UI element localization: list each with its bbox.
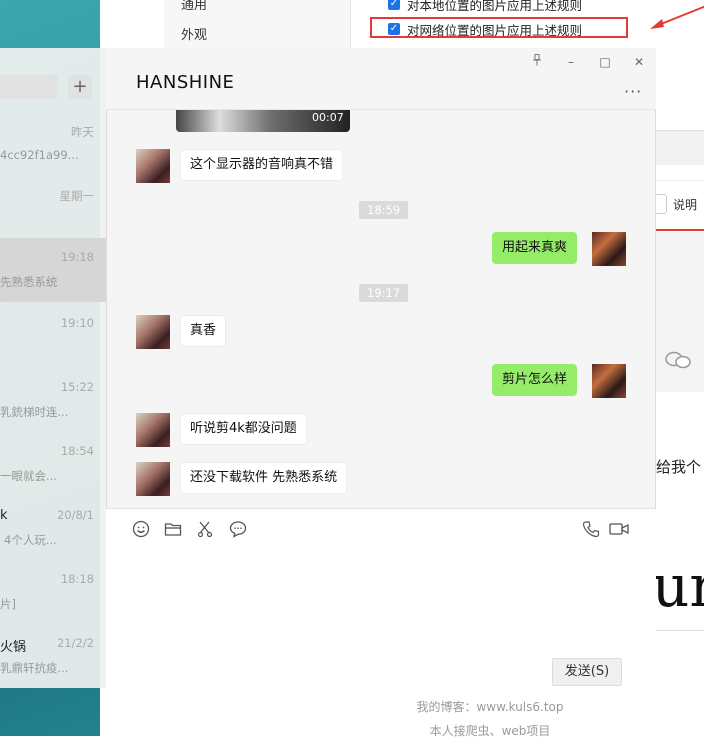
list-item-preview: 先熟悉系统 bbox=[0, 275, 58, 289]
list-item[interactable]: 19:10 bbox=[0, 304, 106, 368]
list-item-name: 火锅 bbox=[0, 640, 27, 655]
list-item-preview: 一眼就会... bbox=[0, 469, 57, 483]
list-item[interactable]: 火锅 21/2/2 乳鼎轩抗疫... bbox=[0, 624, 106, 688]
list-item-time: 19:10 bbox=[60, 316, 94, 330]
explain-button[interactable] bbox=[656, 194, 667, 214]
close-icon[interactable]: ✕ bbox=[630, 53, 648, 71]
highlight-box bbox=[370, 17, 628, 38]
message-bubble: 这个显示器的音响真不错 bbox=[180, 149, 344, 181]
avatar[interactable] bbox=[592, 364, 626, 398]
timestamp: 18:59 bbox=[359, 201, 409, 219]
list-item[interactable]: 星期一 bbox=[0, 176, 106, 240]
list-item-preview: 片] bbox=[0, 597, 16, 611]
list-item-time: 15:22 bbox=[60, 380, 94, 394]
list-item-time: 昨天 bbox=[71, 125, 94, 139]
list-item[interactable]: 18:54 一眼就会... bbox=[0, 432, 106, 496]
timestamp: 19:17 bbox=[359, 284, 409, 302]
list-item[interactable]: 18:18 片] bbox=[0, 560, 106, 624]
list-item[interactable]: 15:22 乳銃梯时连... bbox=[0, 368, 106, 432]
explain-label: 说明 bbox=[673, 198, 698, 212]
local-images-label: 对本地位置的图片应用上述规则 bbox=[407, 0, 583, 13]
message-bubble: 用起来真爽 bbox=[492, 232, 578, 264]
wechat-logo-icon bbox=[664, 350, 694, 374]
list-item-time: 21/2/2 bbox=[56, 636, 94, 650]
add-chat-button[interactable]: + bbox=[68, 75, 92, 99]
list-item-selected[interactable]: 19:18 先熟悉系统 bbox=[0, 238, 106, 302]
blog-line: 我的博客：www.kuls6.top bbox=[416, 700, 564, 714]
phone-icon[interactable] bbox=[582, 520, 600, 542]
maximize-icon[interactable]: □ bbox=[596, 53, 614, 71]
service-line: 本人接爬虫、web项目 bbox=[429, 724, 551, 738]
send-button[interactable]: 发送(S) bbox=[552, 658, 622, 686]
list-item-time: 18:18 bbox=[60, 572, 94, 586]
background-text: 给我个 bbox=[656, 458, 702, 476]
settings-nav-appearance[interactable]: 外观 bbox=[181, 24, 207, 43]
message-bubble: 还没下载软件 先熟悉系统 bbox=[180, 462, 348, 494]
list-item-preview: 4个人玩... bbox=[4, 533, 57, 547]
signature-image: ur bbox=[652, 552, 704, 620]
pin-icon[interactable] bbox=[528, 53, 546, 71]
scissors-icon[interactable] bbox=[197, 520, 215, 542]
video-call-icon[interactable] bbox=[609, 520, 629, 542]
list-item-preview: 乳銃梯时连... bbox=[0, 405, 69, 419]
chat-list: 昨天 4cc92f1a99... 星期一 19:18 先熟悉系统 19:10 1… bbox=[0, 48, 106, 688]
minimize-icon[interactable]: – bbox=[562, 53, 580, 71]
list-item-name: k bbox=[0, 508, 8, 523]
list-item-preview: 乳鼎轩抗疫... bbox=[0, 661, 69, 675]
avatar[interactable] bbox=[136, 413, 170, 447]
list-item[interactable]: 昨天 4cc92f1a99... bbox=[0, 112, 106, 176]
search-input[interactable] bbox=[0, 75, 58, 99]
message-bubble: 真香 bbox=[180, 315, 227, 347]
emoji-icon[interactable] bbox=[132, 520, 150, 542]
red-arrow-icon bbox=[650, 5, 704, 29]
video-duration: 00:07 bbox=[312, 111, 344, 124]
chat-title: HANSHINE bbox=[136, 72, 235, 93]
avatar[interactable] bbox=[136, 315, 170, 349]
folder-icon[interactable] bbox=[164, 520, 182, 542]
list-item-time: 19:18 bbox=[60, 250, 94, 264]
message-bubble: 剪片怎么样 bbox=[492, 364, 578, 396]
chat-bubble-icon[interactable] bbox=[229, 520, 247, 542]
avatar[interactable] bbox=[136, 462, 170, 496]
message-bubble: 听说剪4k都没问题 bbox=[180, 413, 307, 445]
list-item-time: 20/8/1 bbox=[56, 508, 94, 522]
divider bbox=[656, 630, 704, 631]
list-item-time: 18:54 bbox=[60, 444, 94, 458]
more-options-icon[interactable]: ··· bbox=[624, 82, 642, 101]
list-item-preview: 4cc92f1a99... bbox=[0, 148, 79, 162]
local-images-checkbox[interactable]: ✓ bbox=[388, 0, 400, 10]
list-item-time: 星期一 bbox=[59, 189, 95, 203]
background-panel bbox=[656, 130, 704, 165]
list-item[interactable]: k 20/8/1 4个人玩... bbox=[0, 496, 106, 560]
avatar[interactable] bbox=[136, 149, 170, 183]
avatar[interactable] bbox=[592, 232, 626, 266]
settings-nav-general[interactable]: 通用 bbox=[181, 0, 207, 13]
red-divider bbox=[656, 229, 704, 231]
